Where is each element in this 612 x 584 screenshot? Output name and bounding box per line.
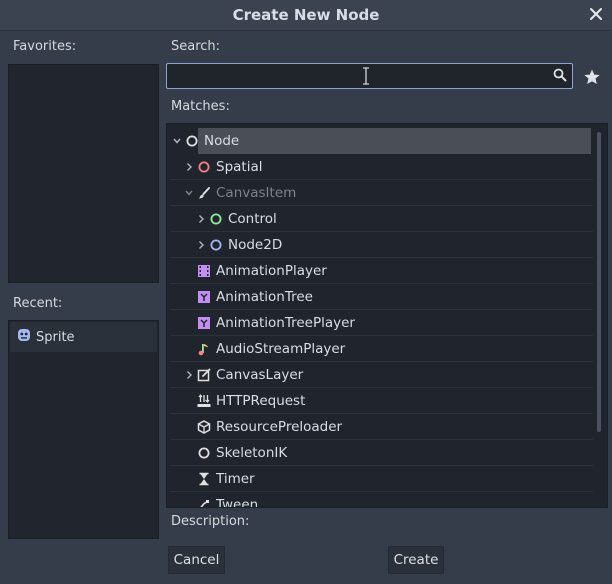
canvas-layer-icon — [197, 368, 211, 382]
tree-item-resourcepreloader[interactable]: ResourcePreloader — [170, 414, 593, 440]
tree-scrollbar[interactable] — [597, 132, 601, 432]
sprite-icon — [17, 328, 31, 346]
create-button[interactable]: Create — [388, 546, 444, 574]
tree-item-node2d[interactable]: Node2D — [170, 232, 593, 258]
recent-label: Recent: — [13, 296, 63, 311]
matches-tree[interactable]: Node Spatial CanvasItem Control Node2D A… — [166, 123, 608, 508]
chevron-down-icon[interactable] — [185, 188, 193, 198]
http-request-icon — [197, 394, 211, 407]
tree-item-canvaslayer[interactable]: CanvasLayer — [170, 362, 593, 388]
tree-item-label: AnimationTreePlayer — [216, 315, 355, 331]
matches-label: Matches: — [171, 99, 230, 114]
tween-icon — [200, 500, 209, 507]
title-bar: Create New Node — [0, 0, 612, 31]
animation-tree-player-icon — [198, 317, 210, 329]
tree-item-label: HTTPRequest — [216, 393, 306, 409]
tree-item-audiostreamplayer[interactable]: AudioStreamPlayer — [170, 336, 593, 362]
favorites-list[interactable] — [8, 64, 159, 283]
search-input[interactable] — [166, 63, 573, 89]
tree-item-animationtreeplayer[interactable]: AnimationTreePlayer — [170, 310, 593, 336]
chevron-right-icon[interactable] — [197, 240, 205, 250]
selection-highlight — [198, 128, 591, 154]
tree-item-label: AnimationTree — [216, 289, 313, 305]
tree-item-label: Timer — [216, 471, 255, 487]
cube-icon — [197, 420, 211, 434]
chevron-right-icon[interactable] — [185, 370, 193, 380]
audio-note-icon — [198, 344, 208, 356]
tree-item-skeletonik[interactable]: SkeletonIK — [170, 440, 593, 466]
animation-tree-icon — [198, 291, 210, 303]
tree-item-label: Spatial — [216, 159, 263, 175]
description-label: Description: — [171, 514, 250, 529]
brush-icon — [199, 187, 210, 199]
tree-item-label: AnimationPlayer — [216, 263, 327, 279]
recent-item-sprite[interactable]: Sprite — [10, 322, 157, 352]
tree-item-label: ResourcePreloader — [216, 419, 343, 435]
tree-item-httprequest[interactable]: HTTPRequest — [170, 388, 593, 414]
search-label: Search: — [171, 39, 221, 54]
tree-item-label: Tween — [216, 497, 259, 508]
dialog-title: Create New Node — [232, 6, 380, 24]
tree-item-animationtree[interactable]: AnimationTree — [170, 284, 593, 310]
control-circle-icon — [210, 213, 222, 225]
node-circle-icon — [186, 135, 198, 147]
recent-list[interactable]: Sprite — [8, 320, 159, 539]
tree-item-label: Control — [228, 211, 277, 227]
chevron-right-icon[interactable] — [185, 162, 193, 172]
spatial-circle-icon — [198, 161, 210, 173]
hourglass-icon — [199, 472, 209, 486]
tree-item-timer[interactable]: Timer — [170, 466, 593, 492]
tree-item-canvasitem[interactable]: CanvasItem — [170, 180, 593, 206]
chevron-down-icon[interactable] — [173, 136, 181, 146]
chevron-right-icon[interactable] — [197, 214, 205, 224]
tree-item-label: AudioStreamPlayer — [216, 341, 346, 357]
tree-item-label: CanvasItem — [216, 185, 297, 201]
animation-player-icon — [198, 265, 210, 277]
node2d-circle-icon — [210, 239, 222, 251]
tree-item-label: Node2D — [228, 237, 283, 253]
tree-item-label: CanvasLayer — [216, 367, 304, 383]
tree-item-animationplayer[interactable]: AnimationPlayer — [170, 258, 593, 284]
tree-item-label: Node — [204, 133, 240, 149]
tree-item-tween[interactable]: Tween — [170, 492, 593, 508]
favorites-label: Favorites: — [13, 39, 77, 54]
tree-item-label: SkeletonIK — [216, 445, 288, 461]
skeleton-ik-circle-icon — [198, 447, 210, 459]
tree-item-spatial[interactable]: Spatial — [170, 154, 593, 180]
close-icon[interactable] — [586, 3, 606, 25]
recent-item-label: Sprite — [36, 329, 75, 345]
tree-item-node[interactable]: Node — [170, 128, 591, 154]
tree-item-control[interactable]: Control — [170, 206, 593, 232]
cancel-button[interactable]: Cancel — [168, 546, 225, 574]
favorite-star-icon[interactable] — [583, 68, 601, 86]
